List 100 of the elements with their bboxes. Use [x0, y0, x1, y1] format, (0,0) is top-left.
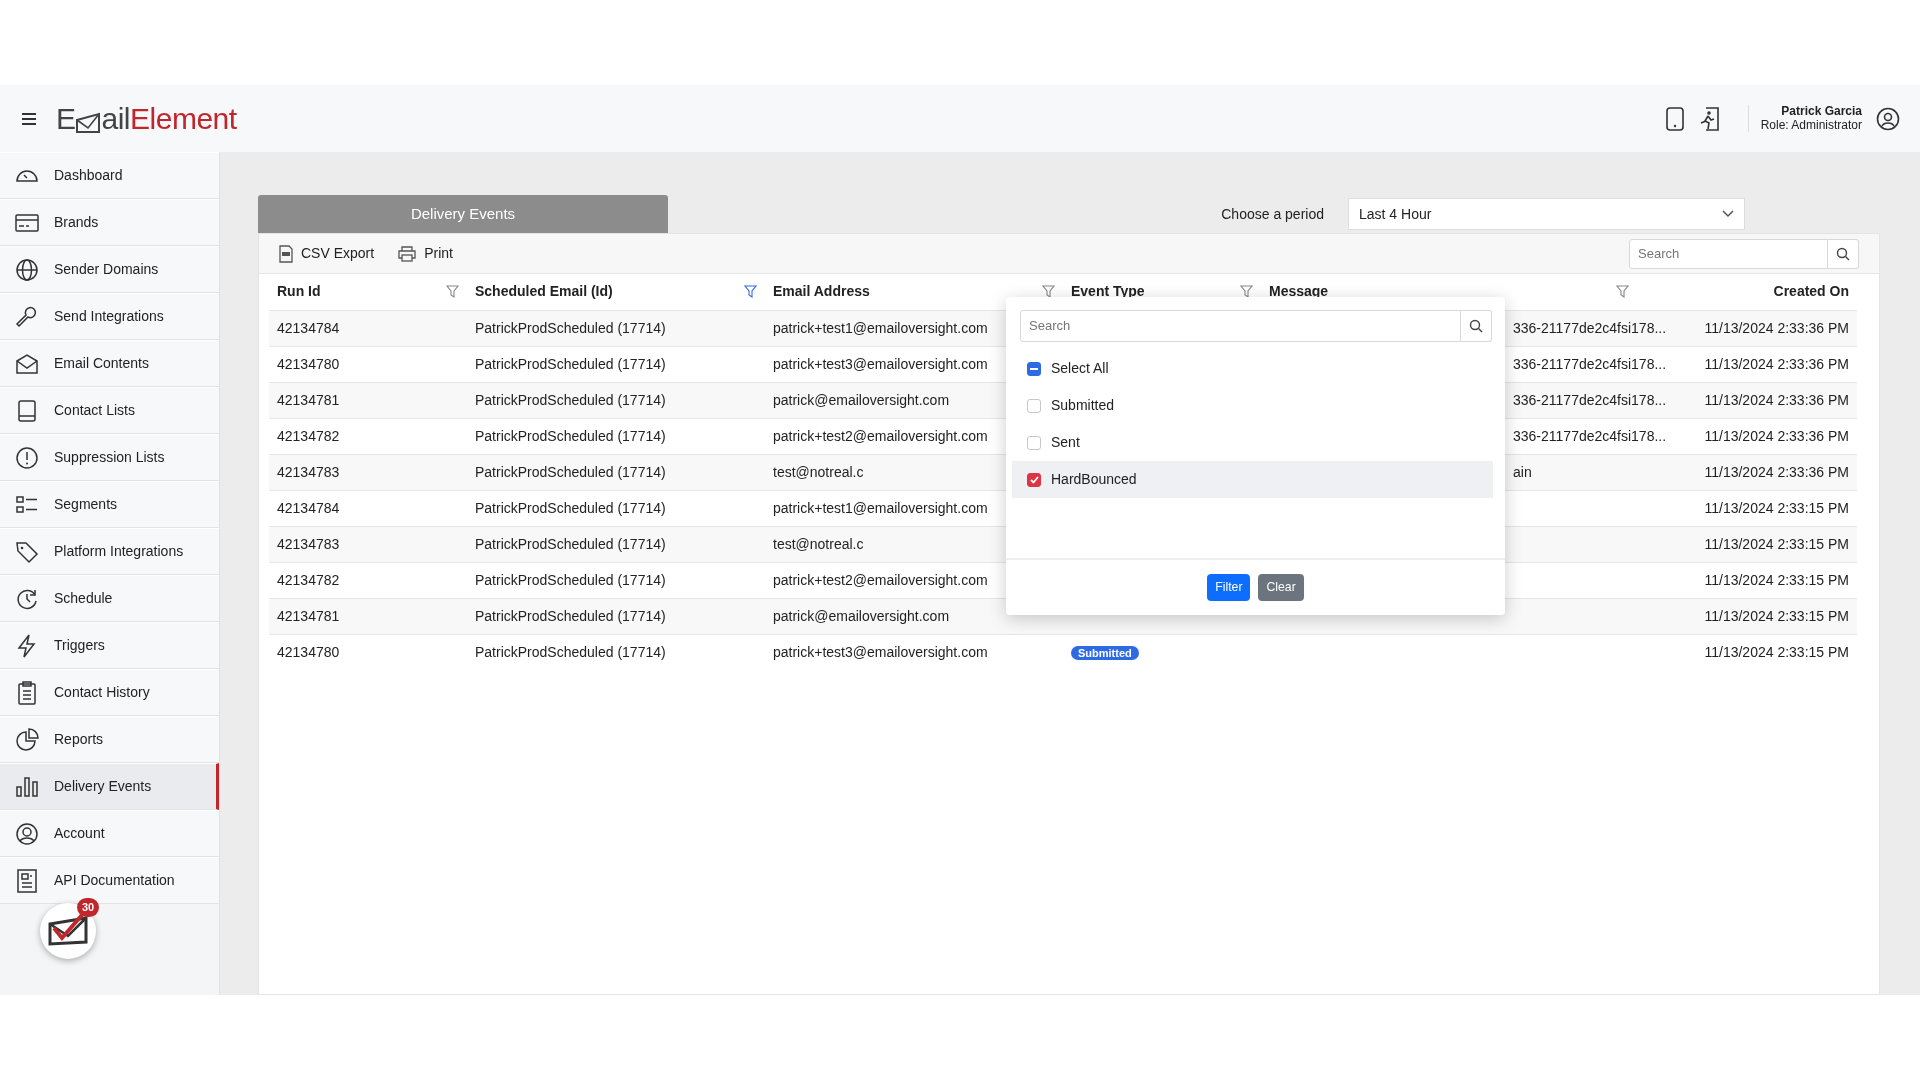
sidebar-item[interactable]: Account: [0, 810, 219, 857]
filter-funnel-icon[interactable]: [1616, 285, 1629, 299]
email-address-cell: test@notreal.c: [773, 535, 864, 552]
filter-funnel-icon[interactable]: [744, 285, 757, 299]
scheduled-email-cell: PatrickProdScheduled (17714): [475, 463, 666, 480]
sidebar-item[interactable]: Platform Integrations: [0, 528, 219, 575]
mobile-phone-icon[interactable]: [1665, 106, 1684, 131]
search-field[interactable]: Search: [1629, 238, 1828, 269]
scheduled-email-cell: PatrickProdScheduled (17714): [475, 535, 666, 552]
sidebar-item[interactable]: Reports: [0, 716, 219, 763]
period-select[interactable]: Last 4 Hour: [1348, 198, 1745, 230]
csv-export-button[interactable]: CSV Export: [279, 243, 375, 264]
pie-chart-icon: [14, 726, 40, 753]
sidebar-item[interactable]: Delivery Events: [0, 763, 219, 810]
email-address-cell: patrick+test2@emailoversight.com: [773, 571, 988, 588]
search-button[interactable]: [1828, 238, 1859, 269]
checkbox[interactable]: [1027, 472, 1041, 487]
run-id-cell: 42134780: [277, 355, 340, 372]
sidebar-item[interactable]: Schedule: [0, 575, 219, 622]
email-address-cell: patrick@emailoversight.com: [773, 607, 950, 624]
print-button[interactable]: Print: [398, 243, 453, 264]
sidebar-item[interactable]: Segments: [0, 481, 219, 528]
printer-icon: [398, 245, 417, 262]
column-header: Email Address: [773, 282, 870, 302]
created-on-cell: 11/13/2024 2:33:36 PM: [1704, 391, 1849, 408]
checkmark-icon: [1029, 475, 1039, 484]
scheduled-email-cell: PatrickProdScheduled (17714): [475, 319, 666, 336]
document-icon: [14, 867, 40, 894]
chevron-down-icon: [1722, 210, 1734, 218]
message-cell: 336-21177de2c4fsi178...: [1513, 319, 1667, 336]
option-label: Select All: [1051, 359, 1109, 378]
created-on-cell: 11/13/2024 2:33:36 PM: [1704, 319, 1849, 336]
minus-icon: [1030, 367, 1038, 370]
run-id-cell: 42134780: [277, 643, 340, 660]
run-id-cell: 42134782: [277, 427, 340, 444]
scheduled-email-cell: PatrickProdScheduled (17714): [475, 391, 666, 408]
message-cell: 336-21177de2c4fsi178...: [1513, 427, 1667, 444]
column-header: Scheduled Email (Id): [475, 282, 613, 302]
search-button[interactable]: [1461, 310, 1492, 342]
sidebar-item[interactable]: API Documentation: [0, 857, 219, 904]
sidebar-item[interactable]: Brands: [0, 199, 219, 246]
email-address-cell: patrick+test1@emailoversight.com: [773, 499, 988, 516]
message-cell: 336-21177de2c4fsi178...: [1513, 355, 1667, 372]
run-id-cell: 42134784: [277, 499, 340, 516]
filter-funnel-icon[interactable]: [1240, 285, 1253, 299]
sidebar-item[interactable]: Triggers: [0, 622, 219, 669]
filter-option[interactable]: Submitted: [1012, 387, 1493, 424]
filter-option[interactable]: HardBounced: [1012, 461, 1493, 498]
sidebar-item[interactable]: Contact History: [0, 669, 219, 716]
menu-icon[interactable]: [22, 112, 36, 125]
user-name: Patrick Garcia: [1780, 105, 1862, 119]
email-address-cell: patrick+test3@emailoversight.com: [773, 643, 988, 660]
sidebar-item[interactable]: Send Integrations: [0, 293, 219, 340]
created-on-cell: 11/13/2024 2:33:36 PM: [1704, 427, 1849, 444]
checkbox[interactable]: [1027, 361, 1041, 376]
run-id-cell: 42134783: [277, 535, 340, 552]
created-on-cell: 11/13/2024 2:33:15 PM: [1704, 571, 1849, 588]
message-cell: 336-21177de2c4fsi178...: [1513, 391, 1667, 408]
sidebar-item[interactable]: Dashboard: [0, 152, 219, 199]
run-id-cell: 42134784: [277, 319, 340, 336]
event-type-badge: Submitted: [1071, 645, 1139, 660]
exclamation-circle-icon: [14, 444, 40, 471]
column-header: Run Id: [277, 282, 321, 302]
option-label: HardBounced: [1051, 470, 1137, 489]
sidebar-item[interactable]: Email Contents: [0, 340, 219, 387]
filter-option[interactable]: Sent: [1012, 424, 1493, 461]
scheduled-email-cell: PatrickProdScheduled (17714): [475, 643, 666, 660]
user-role: Role: Administrator: [1760, 118, 1862, 132]
sidebar-item[interactable]: Sender Domains: [0, 246, 219, 293]
created-on-cell: 11/13/2024 2:33:15 PM: [1704, 607, 1849, 624]
scheduled-email-cell: PatrickProdScheduled (17714): [475, 355, 666, 372]
sidebar-item[interactable]: Suppression Lists: [0, 434, 219, 481]
email-address-cell: patrick+test3@emailoversight.com: [773, 355, 988, 372]
filter-option[interactable]: Select All: [1012, 350, 1493, 387]
search-icon: [1836, 246, 1850, 261]
run-id-cell: 42134781: [277, 607, 340, 624]
email-address-cell: test@notreal.c: [773, 463, 864, 480]
column-header: Message: [1269, 282, 1329, 302]
message-cell: ain: [1513, 463, 1532, 480]
filter-button[interactable]: Filter: [1207, 573, 1251, 602]
checkbox[interactable]: [1027, 435, 1041, 450]
filter-search-field[interactable]: Search: [1020, 310, 1461, 342]
csv-file-icon: [279, 244, 293, 263]
user-avatar-icon[interactable]: [1876, 106, 1900, 131]
created-on-cell: 11/13/2024 2:33:15 PM: [1704, 535, 1849, 552]
sidebar-item[interactable]: Contact Lists: [0, 387, 219, 434]
scheduled-email-cell: PatrickProdScheduled (17714): [475, 427, 666, 444]
created-on-cell: 11/13/2024 2:33:36 PM: [1704, 463, 1849, 480]
scheduled-email-cell: PatrickProdScheduled (17714): [475, 571, 666, 588]
scheduled-email-cell: PatrickProdScheduled (17714): [475, 499, 666, 516]
checkbox[interactable]: [1027, 398, 1041, 413]
run-id-cell: 42134782: [277, 571, 340, 588]
search-icon: [1469, 319, 1483, 333]
created-on-cell: 11/13/2024 2:33:15 PM: [1704, 643, 1849, 660]
clear-button[interactable]: Clear: [1258, 573, 1304, 602]
filter-funnel-icon[interactable]: [1042, 285, 1055, 299]
option-label: Submitted: [1051, 396, 1115, 415]
email-address-cell: patrick@emailoversight.com: [773, 391, 950, 408]
run-id-cell: 42134781: [277, 391, 340, 408]
filter-funnel-icon[interactable]: [446, 285, 459, 299]
